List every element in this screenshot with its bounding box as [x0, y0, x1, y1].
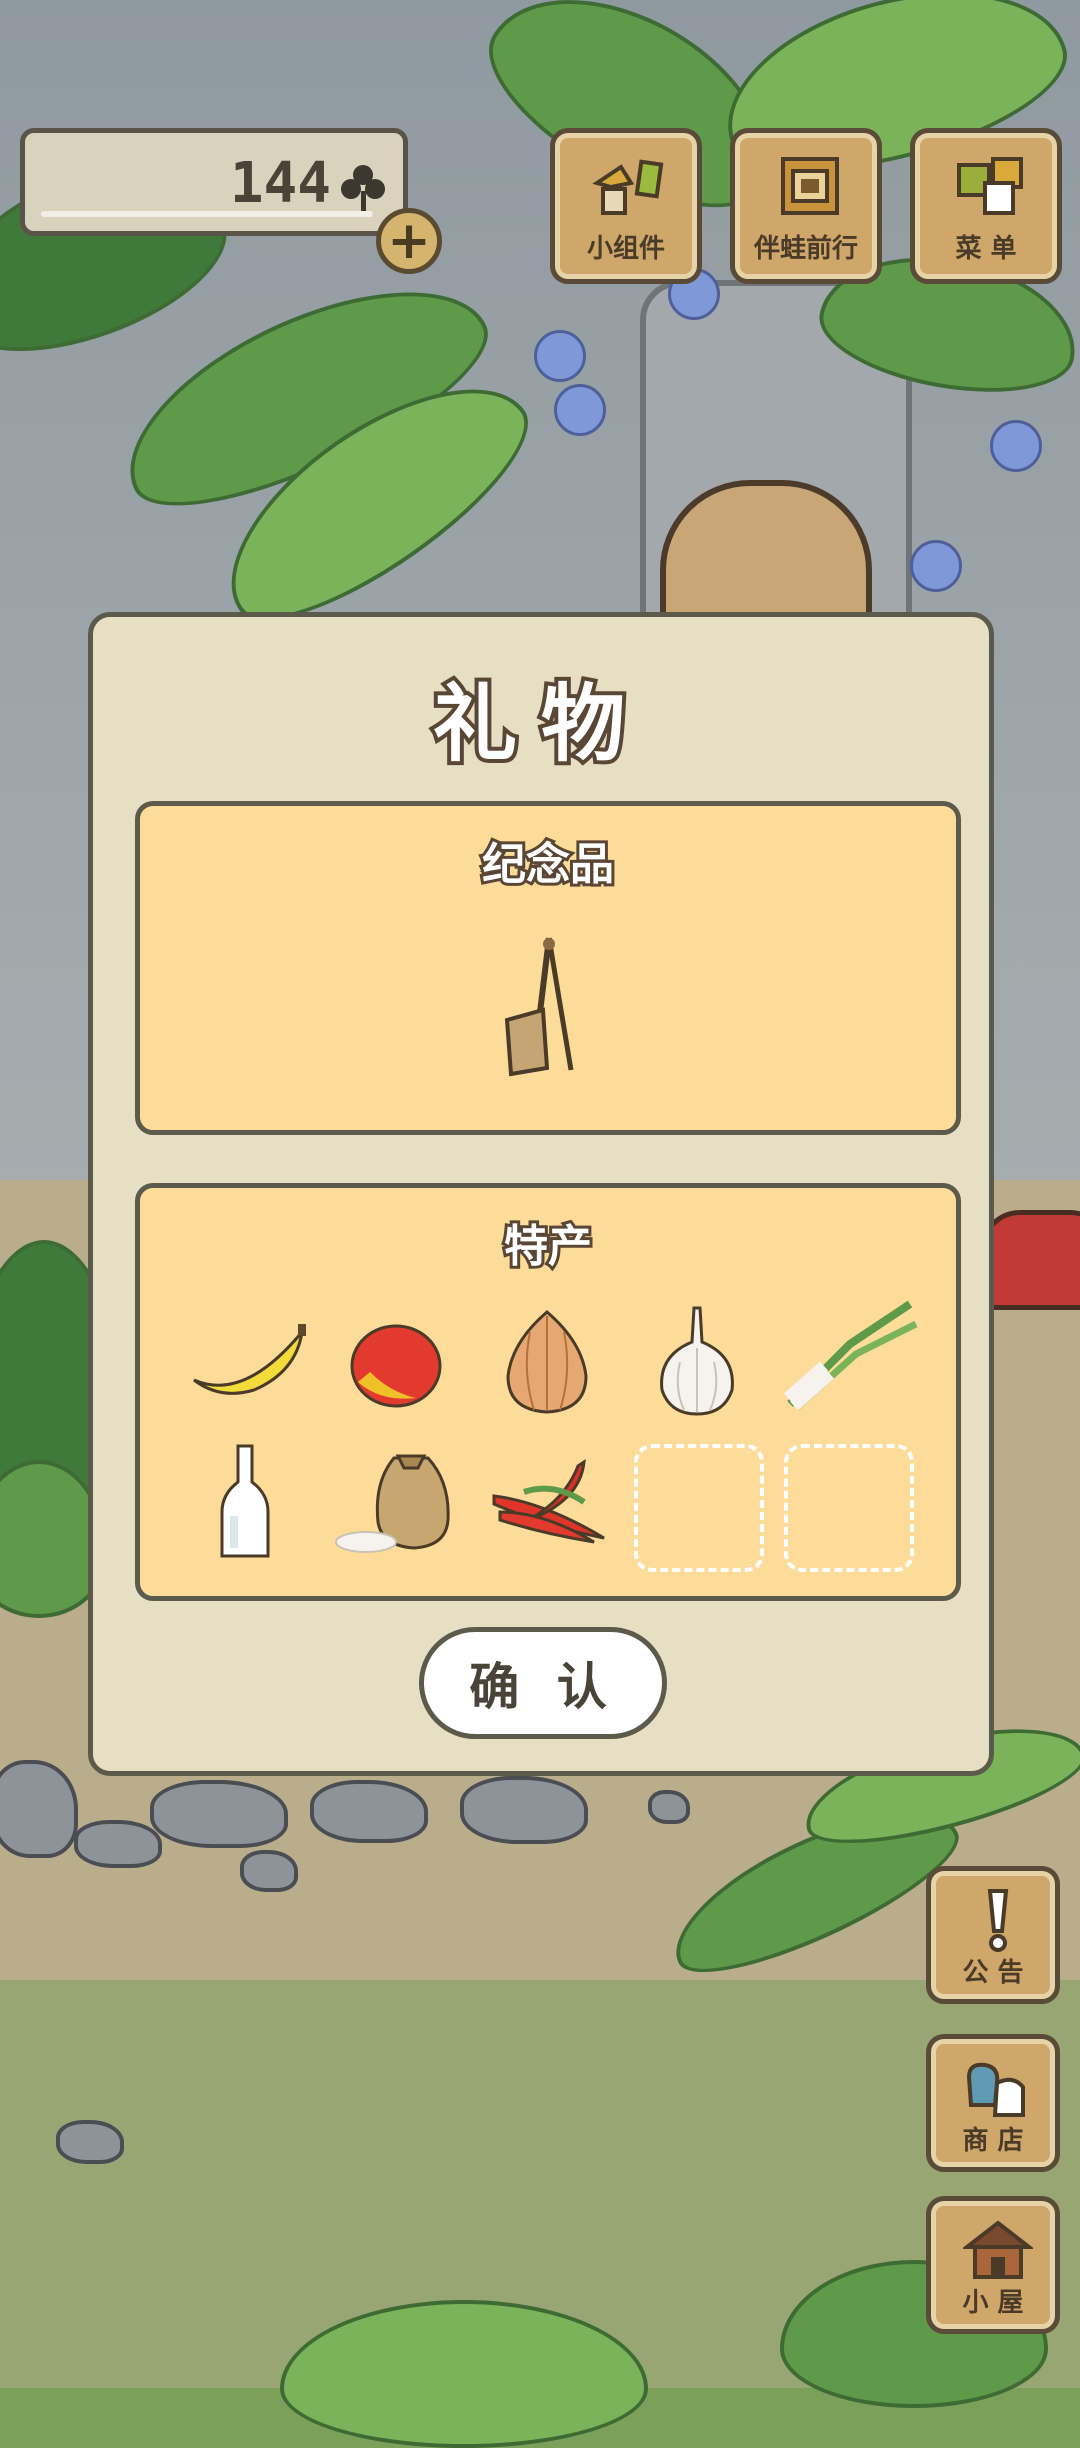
journey-button[interactable]: 伴蛙前行 — [730, 128, 882, 284]
scallion-icon — [784, 1300, 918, 1411]
specialty-item-garlic[interactable] — [632, 1302, 762, 1422]
shop-button[interactable]: 商 店 — [926, 2034, 1060, 2172]
gift-dialog: 礼物 纪念品 特产 确 认 — [88, 612, 994, 1776]
clover-count: 144 — [229, 151, 331, 216]
stone — [310, 1780, 428, 1843]
clover-icon — [341, 165, 385, 211]
onion-icon — [506, 1310, 588, 1414]
chili-icon — [492, 1458, 605, 1544]
shop-bag-icon — [966, 2062, 1025, 2117]
morning-glory-flower — [990, 420, 1042, 472]
empty-slot — [784, 1444, 914, 1572]
confirm-label: 确 认 — [469, 1658, 617, 1716]
stone — [648, 1790, 690, 1824]
widgets-label: 小组件 — [586, 234, 665, 264]
souvenir-item[interactable] — [483, 930, 613, 1080]
specialty-item-bottle[interactable] — [210, 1442, 280, 1562]
dialog-title: 礼物 — [429, 671, 649, 777]
specialty-title: 特产 — [501, 1218, 595, 1275]
specialty-item-banana[interactable] — [184, 1302, 314, 1422]
specialty-item-chili[interactable] — [484, 1442, 614, 1562]
specialty-item-onion[interactable] — [482, 1302, 612, 1422]
lute-icon — [504, 937, 574, 1077]
clover-counter: 144 — [20, 128, 408, 236]
stone — [150, 1780, 288, 1848]
notice-button[interactable]: 公 告 — [926, 1866, 1060, 2004]
morning-glory-flower — [554, 384, 606, 436]
morning-glory-flower — [910, 540, 962, 592]
rice-sack-icon — [335, 1454, 450, 1553]
stone — [56, 2120, 124, 2164]
banana-icon — [193, 1324, 306, 1395]
souvenir-panel: 纪念品 — [135, 801, 961, 1135]
mailbox — [980, 1210, 1080, 1310]
notice-label: 公 告 — [962, 1958, 1024, 1988]
add-clover-button[interactable]: + — [376, 208, 442, 274]
stone — [240, 1850, 298, 1892]
specialty-item-mango[interactable] — [330, 1302, 460, 1422]
clover-bar — [41, 211, 373, 217]
garlic-icon — [660, 1306, 734, 1416]
bottle-icon — [220, 1444, 270, 1558]
confirm-button[interactable]: 确 认 — [419, 1627, 667, 1739]
stone — [74, 1820, 162, 1868]
shop-label: 商 店 — [962, 2126, 1024, 2156]
souvenir-title: 纪念品 — [479, 836, 617, 893]
plus-icon: + — [387, 211, 431, 271]
album-icon — [781, 157, 839, 215]
house-label: 小 屋 — [962, 2288, 1024, 2318]
menu-icon — [957, 157, 1023, 215]
specialty-item-scallion[interactable] — [780, 1294, 920, 1414]
specialty-panel: 特产 — [135, 1183, 961, 1601]
exclamation-icon — [987, 1889, 1009, 1952]
specialty-item-rice-sack[interactable] — [334, 1442, 464, 1562]
widget-icon — [592, 159, 664, 215]
stone — [460, 1776, 588, 1844]
widgets-button[interactable]: 小组件 — [550, 128, 702, 284]
menu-label: 菜 单 — [955, 234, 1017, 264]
mango-icon — [350, 1324, 442, 1408]
morning-glory-flower — [534, 330, 586, 382]
house-icon — [963, 2220, 1033, 2279]
journey-label: 伴蛙前行 — [753, 234, 858, 264]
empty-slot — [634, 1444, 764, 1572]
menu-button[interactable]: 菜 单 — [910, 128, 1062, 284]
house-button[interactable]: 小 屋 — [926, 2196, 1060, 2334]
